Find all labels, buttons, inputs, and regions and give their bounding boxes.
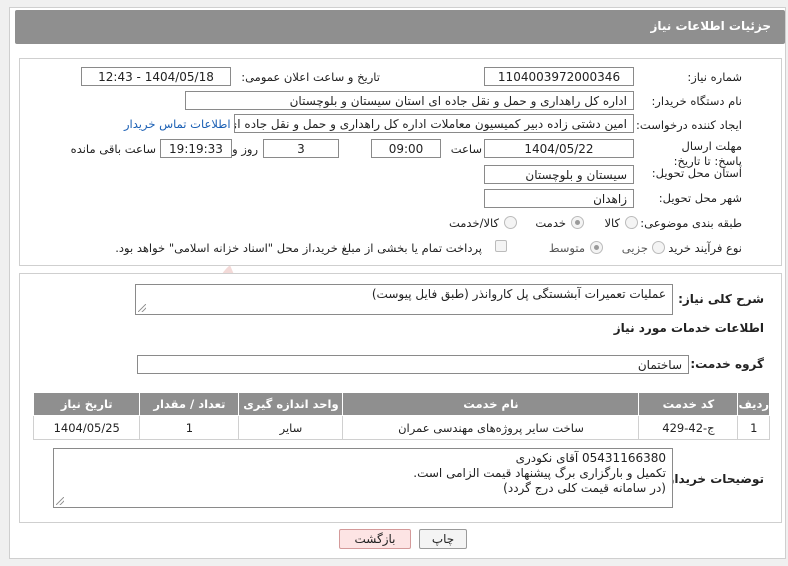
deadline-time-field: 09:00 [371,139,441,158]
buyer-contact-link[interactable]: اطلاعات تماس خریدار [124,117,231,131]
remaining-time-field: 19:19:33 [160,139,232,158]
category-radio-goods[interactable] [625,216,638,229]
process-radio-minor[interactable] [652,241,665,254]
process-option-medium: متوسط [548,241,585,255]
process-radio-medium[interactable] [590,241,603,254]
days-remaining-field: 3 [263,139,339,158]
treasury-payment-note: پرداخت تمام یا بخشی از مبلغ خرید،از محل … [115,241,482,255]
service-group-field: ساختمان [137,355,689,374]
table-header-row: ردیف کد خدمت نام خدمت واحد اندازه گیری ت… [32,392,770,416]
buyer-notes-line: (در سامانه قیمت کلی درج گردد) [503,481,666,495]
col-service-code: کد خدمت [638,392,739,416]
col-row-number: ردیف [737,392,770,416]
service-group-label: گروه خدمت: [690,357,764,371]
remaining-time-label: ساعت باقی مانده [70,142,156,156]
category-option-goods: کالا [604,216,620,230]
col-service-name: نام خدمت [342,392,640,416]
page-title: جزئیات اطلاعات نیاز [650,19,771,33]
category-label: طبقه بندی موضوعی: [640,216,742,230]
province-label: استان محل تحویل: [651,166,742,180]
cell-need-date: 1404/05/25 [32,415,141,440]
resize-grip-icon[interactable] [138,304,146,312]
print-button[interactable]: چاپ [419,529,467,549]
announce-label: تاریخ و ساعت اعلان عمومی: [241,70,380,84]
creator-field: امین دشتی زاده دبیر کمیسیون معاملات ادار… [234,114,634,133]
city-label: شهر محل تحویل: [658,191,742,205]
table-row: 1 ج-42-429 ساخت سایر پروژه‌های مهندسی عم… [32,415,770,440]
cell-service-name: ساخت سایر پروژه‌های مهندسی عمران [342,415,640,440]
process-label: نوع فرآیند خرید : [660,241,742,255]
services-table: ردیف کد خدمت نام خدمت واحد اندازه گیری ت… [32,392,770,440]
cell-unit: سایر [238,415,344,440]
treasury-payment-checkbox[interactable] [495,240,507,252]
category-radio-goods-service[interactable] [504,216,517,229]
creator-label: ایجاد کننده درخواست: [636,118,742,132]
summary-textarea[interactable]: عملیات تعمیرات آبشستگی پل کاروانذر (طبق … [135,284,673,315]
buyer-notes-label: توضیحات خریدار: [662,472,764,486]
buyer-org-field: اداره کل راهداری و حمل و نقل جاده ای است… [185,91,634,110]
buyer-org-label: نام دستگاه خریدار: [651,94,742,108]
resize-grip-icon[interactable] [56,497,64,505]
summary-label: شرح کلی نیاز: [678,292,764,306]
cell-quantity: 1 [139,415,240,440]
buyer-notes-line: 05431166380 آقای نکودری [515,451,666,465]
deadline-label: مهلت ارسال پاسخ: تا تاریخ: [673,139,742,168]
col-need-date: تاریخ نیاز [32,392,141,416]
cell-row-number: 1 [737,415,770,440]
col-unit: واحد اندازه گیری [238,392,344,416]
category-radio-service[interactable] [571,216,584,229]
col-quantity: تعداد / مقدار [139,392,240,416]
back-button[interactable]: بازگشت [339,529,411,549]
need-number-label: شماره نیاز: [687,70,742,84]
process-option-minor: جزیی [621,241,648,255]
buyer-notes-line: تکمیل و بارگزاری برگ پیشنهاد قیمت الزامی… [413,466,666,480]
cell-service-code: ج-42-429 [638,415,739,440]
need-number-field: 1104003972000346 [484,67,634,86]
days-label: روز و [232,142,258,156]
page-header: جزئیات اطلاعات نیاز [15,10,785,44]
services-section-title: اطلاعات خدمات مورد نیاز [613,321,764,335]
category-option-service: خدمت [535,216,566,230]
deadline-date-field: 1404/05/22 [484,139,634,158]
summary-text: عملیات تعمیرات آبشستگی پل کاروانذر (طبق … [371,287,666,301]
province-field: سیستان و بلوچستان [484,165,634,184]
category-option-goods-service: کالا/خدمت [448,216,499,230]
city-field: زاهدان [484,189,634,208]
buyer-notes-textarea[interactable]: 05431166380 آقای نکودری تکمیل و بارگزاری… [53,448,673,508]
deadline-time-label: ساعت [450,142,482,156]
announce-datetime-field: 1404/05/18 - 12:43 [81,67,231,86]
